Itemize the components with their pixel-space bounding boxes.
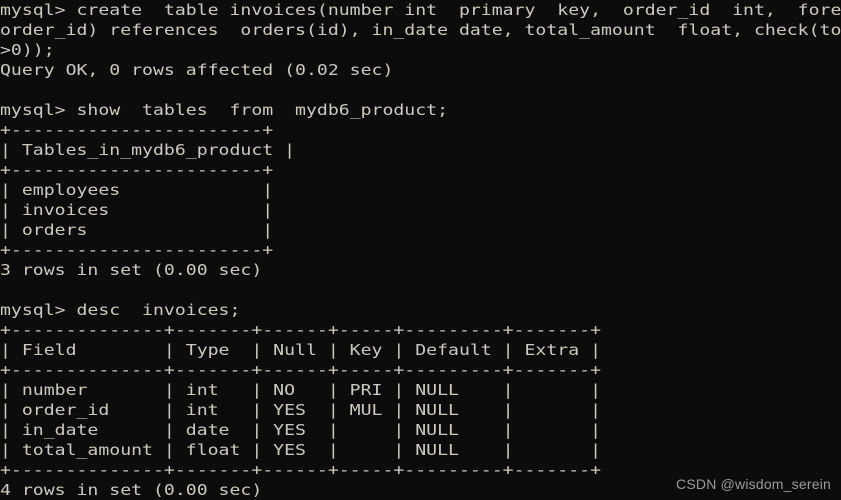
terminal-line: | invoices | [0, 201, 274, 219]
terminal-line: | in_date | date | YES | | NULL | | [0, 421, 602, 439]
terminal-line: | Tables_in_mydb6_product | [0, 141, 296, 159]
terminal-line: mysql> create table invoices(number int … [0, 1, 841, 19]
terminal-line: | orders | [0, 221, 274, 239]
terminal-line: mysql> desc invoices; [0, 301, 241, 319]
terminal-line: | total_amount | float | YES | | NULL | … [0, 441, 602, 459]
terminal-screen[interactable]: mysql> create table invoices(number int … [0, 0, 841, 500]
csdn-watermark: CSDN @wisdom_serein [676, 476, 831, 492]
terminal-line: +--------------+-------+------+-----+---… [0, 361, 602, 379]
terminal-line: | number | int | NO | PRI | NULL | | [0, 381, 602, 399]
terminal-line: | order_id | int | YES | MUL | NULL | | [0, 401, 602, 419]
terminal-line: +--------------+-------+------+-----+---… [0, 321, 602, 339]
terminal-line: Query OK, 0 rows affected (0.02 sec) [0, 61, 394, 79]
terminal-line: >0)); [0, 41, 55, 59]
terminal-line: | Field | Type | Null | Key | Default | … [0, 341, 602, 359]
terminal-line: 3 rows in set (0.00 sec) [0, 261, 263, 279]
terminal-line: +-----------------------+ [0, 121, 274, 139]
terminal-line: +-----------------------+ [0, 241, 274, 259]
terminal-window[interactable]: mysql> create table invoices(number int … [0, 0, 841, 500]
terminal-line: | employees | [0, 181, 274, 199]
terminal-line: mysql> show tables from mydb6_product; [0, 101, 449, 119]
terminal-line: +-----------------------+ [0, 161, 274, 179]
terminal-line: order_id) references orders(id), in_date… [0, 21, 841, 39]
